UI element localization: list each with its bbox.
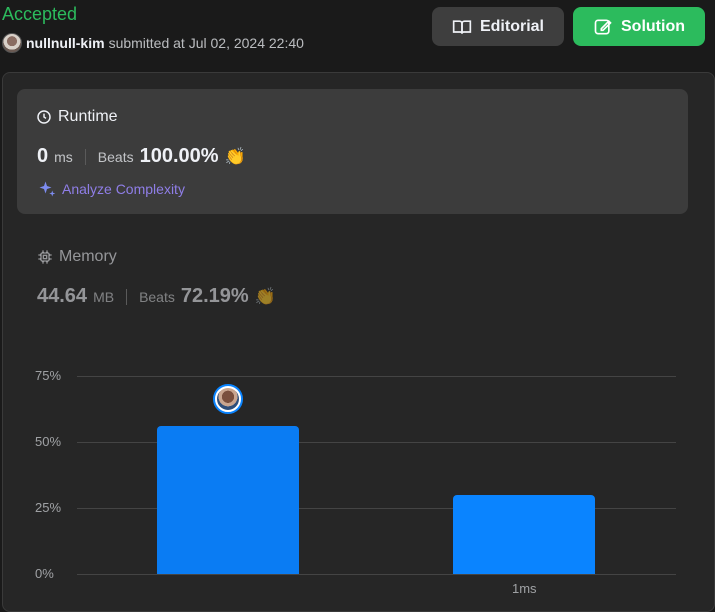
metric-divider [84,148,86,165]
y-tick-label: 50% [35,434,62,449]
y-tick-label: 0% [35,566,54,581]
memory-title[interactable]: Memory [37,248,117,266]
your-submission-avatar [213,384,243,415]
runtime-value: 0 [37,145,49,167]
y-tick-label: 25% [35,500,62,515]
gridline [77,376,676,377]
solution-label: Solution [621,17,685,35]
memory-beats-value: 72.19% [180,285,249,307]
submitted-time: submitted at Jul 02, 2024 22:40 [108,35,304,51]
clap-icon: 👏 [254,287,276,306]
status-label: Accepted [2,4,78,24]
runtime-beats-label: Beats [97,149,134,165]
gridline [77,574,676,575]
runtime-distribution-chart: 0% 25% 50% 75% 1ms [0,360,715,598]
memory-metric: 44.64 MB Beats 72.19% 👏 [37,285,276,308]
runtime-beats-value: 100.00% [139,145,219,167]
edit-icon [594,19,612,34]
analyze-label: Analyze Complexity [62,181,185,197]
editorial-button[interactable]: Editorial [432,7,564,46]
chart-bar[interactable] [453,494,595,574]
memory-value: 44.64 [37,285,88,307]
runtime-unit: ms [54,149,73,165]
runtime-title: Runtime [36,108,118,126]
x-tick-label: 1ms [512,581,537,596]
chip-icon [38,250,52,264]
analyze-complexity-link[interactable]: Analyze Complexity [38,180,185,198]
username-link[interactable]: nullnull-kim [26,35,105,51]
sparkle-icon [39,181,56,197]
memory-unit: MB [93,289,115,305]
y-tick-label: 75% [35,368,62,383]
book-icon [452,19,472,34]
solution-button[interactable]: Solution [573,7,705,46]
submission-info: nullnull-kim submitted at Jul 02, 2024 2… [2,33,304,53]
memory-beats-label: Beats [139,289,175,305]
runtime-title-text: Runtime [58,108,118,125]
metric-divider [126,288,128,305]
editorial-label: Editorial [479,17,544,35]
memory-title-text: Memory [59,248,117,265]
user-avatar[interactable] [2,33,22,53]
clock-icon [37,110,51,124]
runtime-metric: 0 ms Beats 100.00% 👏 [37,145,246,168]
chart-bar[interactable] [157,426,299,574]
clap-icon: 👏 [224,147,246,166]
submission-header: Accepted nullnull-kim submitted at Jul 0… [0,0,715,60]
avatar-image [217,388,239,411]
